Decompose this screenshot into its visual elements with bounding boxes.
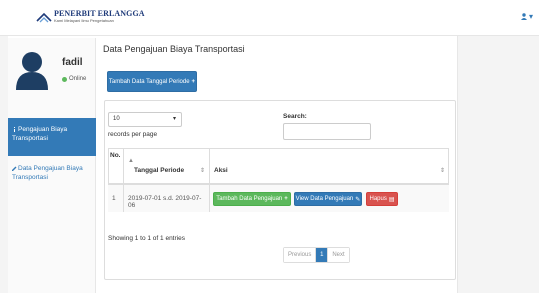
sort-icon: ⇕ xyxy=(439,168,445,174)
sort-icon: ⇕ xyxy=(199,168,205,174)
right-gutter xyxy=(457,36,539,293)
table-cell-date: 2019-07-01 s.d. 2019-07-06 xyxy=(124,185,210,212)
records-select-value: 10 xyxy=(113,116,120,122)
sidebar-item-data-pengajuan[interactable]: Data Pengajuan Biaya Transportasi xyxy=(8,160,96,194)
plus-icon: + xyxy=(191,78,196,85)
brand-logo[interactable]: PENERBIT ERLANGGA Kami Melayani Ilmu Pen… xyxy=(36,10,145,23)
add-period-button-label: Tambah Data Tanggal Periode xyxy=(108,78,190,85)
status-indicator: Online xyxy=(62,76,86,82)
chevron-down-icon: ▾ xyxy=(172,116,176,122)
add-period-button[interactable]: Tambah Data Tanggal Periode + xyxy=(107,71,197,92)
pagination-previous[interactable]: Previous xyxy=(284,248,317,262)
avatar-icon xyxy=(16,52,48,90)
view-submission-button[interactable]: View Data Pengajuan ✎ xyxy=(294,192,362,206)
page-title: Data Pengajuan Biaya Transportasi xyxy=(103,44,245,54)
sidebar-item-label: Data Pengajuan Biaya Transportasi xyxy=(12,165,83,181)
table-cell-no: 1 xyxy=(108,185,124,212)
chevron-down-icon: ▾ xyxy=(528,12,533,21)
online-dot-icon xyxy=(62,76,67,82)
avatar xyxy=(14,50,50,90)
pencil-icon: ✎ xyxy=(355,196,361,203)
column-header-action[interactable]: Aksi ⇕ xyxy=(210,148,449,185)
column-header-no[interactable]: No. xyxy=(108,148,124,185)
pagination-next[interactable]: Next xyxy=(328,248,349,262)
delete-button[interactable]: Hapus ▤ xyxy=(366,192,398,206)
logo-mark-icon xyxy=(36,12,52,22)
sidebar-item-label: Pengajuan Biaya Transportasi xyxy=(12,126,68,142)
user-name: fadil xyxy=(62,57,83,68)
add-submission-button[interactable]: Tambah Data Pengajuan + xyxy=(213,192,291,206)
logo-title: PENERBIT ERLANGGA xyxy=(54,9,145,18)
top-navbar: PENERBIT ERLANGGA Kami Melayani Ilmu Pen… xyxy=(0,0,539,36)
logo-subtitle: Kami Melayani Ilmu Pengetahuan xyxy=(54,18,114,23)
pagination-page-1[interactable]: 1 xyxy=(316,248,329,262)
trash-icon: ▤ xyxy=(388,196,395,203)
plus-icon: + xyxy=(284,196,288,202)
table-info: Showing 1 to 1 of 1 entries xyxy=(108,235,185,242)
edit-icon xyxy=(12,166,17,171)
user-icon xyxy=(520,13,527,20)
search-label: Search: xyxy=(283,113,307,120)
sidebar-item-pengajuan-biaya[interactable]: Pengajuan Biaya Transportasi xyxy=(8,118,96,156)
column-header-date[interactable]: ▲ Tanggal Periode ⇕ xyxy=(124,148,210,185)
info-icon xyxy=(12,126,17,132)
pagination: Previous 1 Next xyxy=(283,247,350,263)
user-panel: fadil Online xyxy=(10,40,94,118)
records-per-page-select[interactable]: 10 ▾ xyxy=(108,112,182,127)
search-input[interactable] xyxy=(283,123,371,140)
records-per-page-label: records per page xyxy=(108,131,158,138)
user-dropdown[interactable]: ▾ xyxy=(520,12,533,21)
status-text: Online xyxy=(69,76,87,82)
page-gutter xyxy=(0,36,8,293)
sort-asc-icon: ▲ xyxy=(128,158,134,164)
